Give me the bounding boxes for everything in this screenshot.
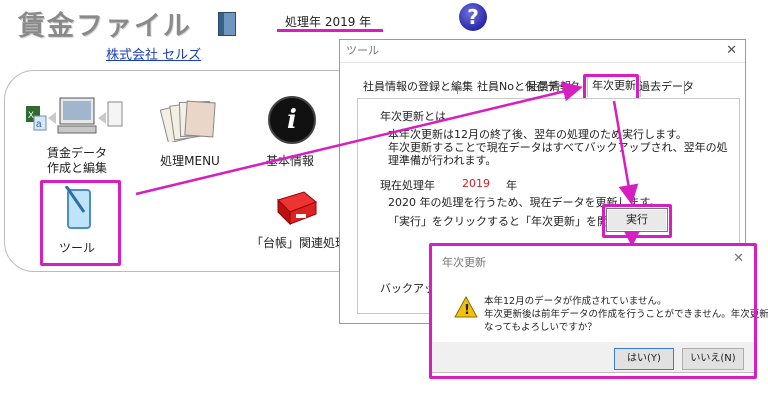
current-year-value: 2019 (462, 177, 490, 190)
svg-text:X: X (28, 110, 34, 120)
current-year-label: 現在処理年 (380, 179, 435, 192)
help-icon[interactable]: ? (459, 3, 487, 31)
confirm-dialog-highlight (429, 243, 757, 379)
execute-button[interactable]: 実行 (606, 208, 668, 232)
tool-label: ツール (58, 241, 95, 255)
tab-past-data[interactable]: 過去データ (639, 78, 694, 96)
basic-info-item[interactable]: i 基本情報 (256, 96, 330, 176)
tab-employee-info-2[interactable]: 社員情報 (527, 78, 571, 96)
processing-year-label: 処理年 2019 年 (285, 15, 372, 29)
computer-edit-icon: X a (26, 97, 123, 134)
phone-tool-icon (64, 186, 91, 229)
close-icon[interactable]: ✕ (726, 40, 737, 62)
ledger-label: 「台帳」関連処理 (250, 236, 347, 250)
section-heading: 年次更新とは (380, 110, 446, 123)
app-title: 賃金ファイル (18, 11, 192, 42)
ledger-item[interactable]: 「台帳」関連処理 (246, 190, 352, 252)
tab-separator-2 (684, 81, 685, 94)
tab-separator-1 (457, 81, 458, 94)
description-line-3: 理準備が行われます。 (388, 154, 497, 167)
process-menu-item[interactable]: 処理MENU (150, 96, 234, 176)
documents-stack-icon (160, 100, 216, 142)
wage-data-label-line2: 作成と編集 (46, 161, 107, 175)
wage-data-edit-item[interactable]: X a 賃金データ 作成と編集 (22, 96, 132, 176)
basic-info-label: 基本情報 (265, 154, 314, 168)
tool-menu-item[interactable]: ツール (44, 184, 114, 259)
process-menu-label: 処理MENU (160, 154, 220, 168)
company-name-link[interactable]: 株式会社 セルズ (106, 44, 201, 63)
book-icon (218, 12, 236, 36)
red-binder-icon (277, 191, 317, 226)
svg-text:a: a (36, 119, 42, 130)
year-label-underline (277, 29, 383, 32)
current-year-unit: 年 (506, 179, 517, 192)
tool-window-title: ツール (346, 44, 379, 57)
tool-window-titlebar: ツール ✕ (340, 40, 745, 63)
info-icon: i (268, 96, 316, 144)
